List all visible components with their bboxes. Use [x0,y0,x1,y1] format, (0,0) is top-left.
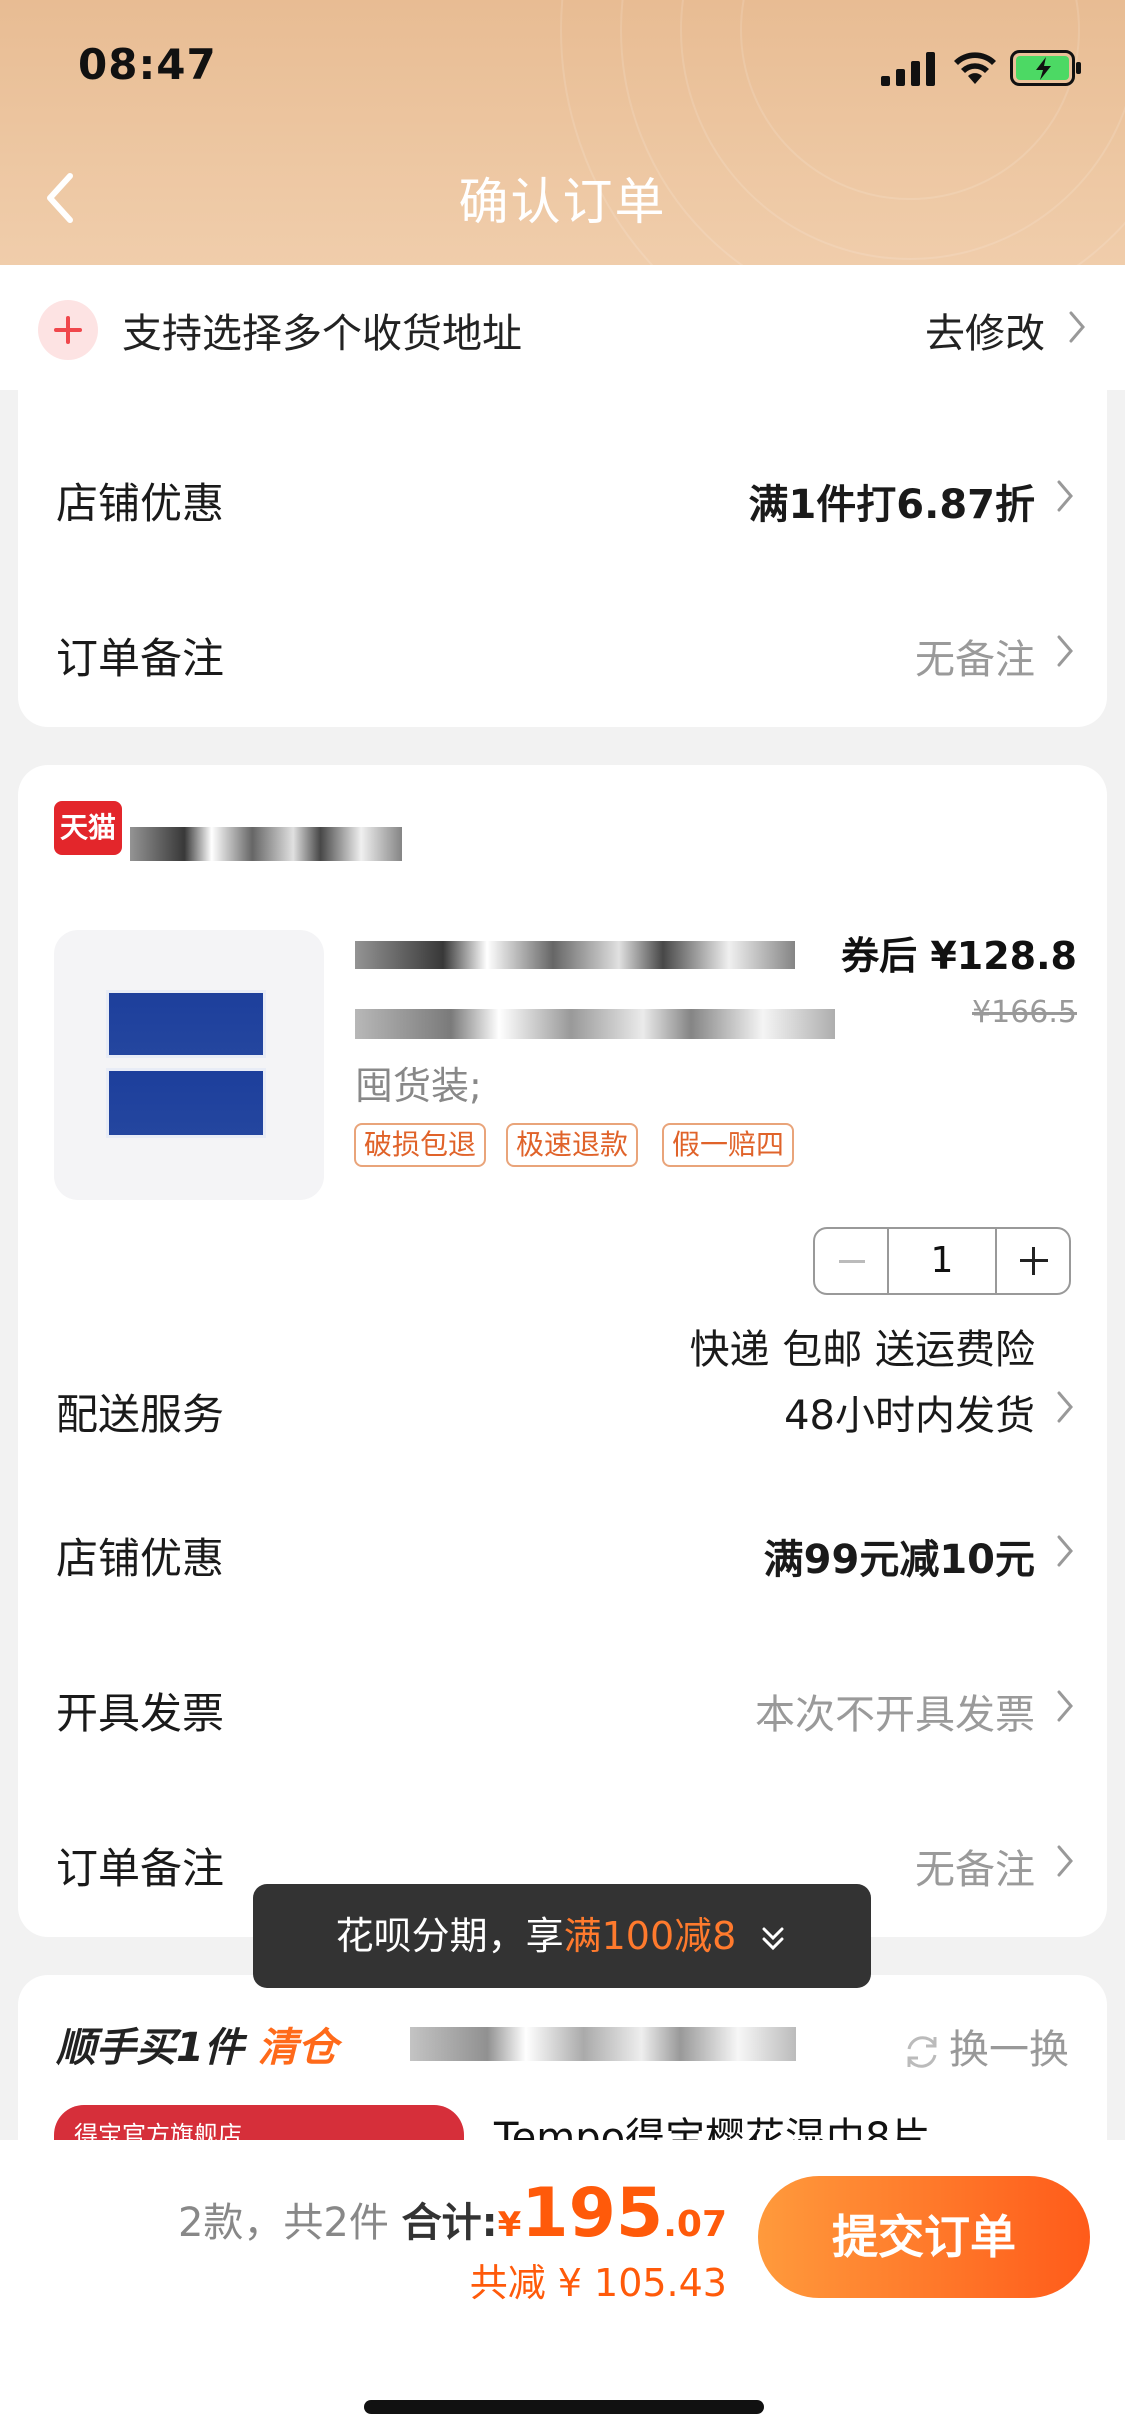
decrease-button[interactable] [815,1229,889,1293]
recommend-title: 顺手买1件 清仓 [56,2015,338,2073]
shop-discount-row[interactable]: 店铺优惠 满1件打6.87折 [18,450,1107,540]
invoice-row[interactable]: 开具发票 本次不开具发票 [18,1660,1107,1750]
submit-order-button[interactable]: 提交订单 [758,2176,1090,2298]
product-spec[interactable]: 囤货装; [355,1055,482,1110]
product-title-redacted [355,941,795,969]
item-count: 2款，共2件 [177,2200,389,2246]
battery-icon [1010,50,1081,86]
add-address-icon[interactable] [38,300,98,360]
installment-toast[interactable]: 花呗分期，享满100减8 [253,1884,871,1988]
quantity-stepper: 1 [813,1227,1071,1295]
quantity-value[interactable]: 1 [889,1229,995,1293]
chevron-double-down-icon [762,1927,784,1950]
total-integer: 195 [521,2174,664,2253]
chevron-right-icon [1057,1845,1073,1877]
status-time: 08:47 [78,40,217,89]
toast-highlight: 满100减8 [563,1914,737,1958]
row-label: 订单备注 [56,1844,225,1893]
product-box [106,990,266,1058]
shipping-line-1: 快递 包邮 送运费险 [689,1327,1035,1373]
signal-icon [881,52,935,86]
page-title: 确认订单 [458,173,667,231]
order-card-1: 店铺优惠 满1件打6.87折 订单备注 无备注 [18,380,1107,727]
chevron-right-icon [1057,1391,1073,1423]
refresh-icon [907,2036,937,2068]
increase-button[interactable] [995,1229,1069,1293]
shipping-line-2: 48小时内发货 [784,1393,1035,1439]
header: 08:47 确认订单 [0,0,1125,265]
tag-fast-refund: 极速退款 [506,1123,639,1167]
tmall-badge: 天猫 [54,801,122,855]
chevron-right-icon [1057,1690,1073,1722]
row-value: 满1件打6.87折 [748,482,1035,528]
shop-name-redacted[interactable] [130,827,402,861]
address-hint: 支持选择多个收货地址 [122,311,522,357]
status-bar: 08:47 [0,0,1125,130]
product-image[interactable] [54,930,324,1200]
chevron-right-icon [1057,480,1073,512]
toast-prefix: 花呗分期，享 [335,1914,564,1958]
row-label: 订单备注 [56,634,225,683]
tag-damage-return: 破损包退 [354,1123,487,1167]
total-saved: 共减 ¥ 105.43 [469,2261,727,2305]
chevron-right-icon [1057,635,1073,667]
address-bar[interactable]: 支持选择多个收货地址 去修改 [0,265,1125,390]
currency-symbol: ¥ [497,2205,522,2245]
shop-discount-row[interactable]: 店铺优惠 满99元减10元 [18,1505,1107,1595]
row-value: 满99元减10元 [763,1537,1035,1583]
tag-fake-compensation: 假一赔四 [662,1123,795,1167]
row-value: 无备注 [915,637,1035,683]
product-title-redacted [355,1009,835,1039]
row-value: 本次不开具发票 [755,1692,1035,1738]
recommend-title-highlight: 清仓 [257,2025,338,2071]
order-card-2: 天猫 券后 ¥128.8 ¥166.5 囤货装; 破损包退 极速退款 假一赔四 … [18,765,1107,1937]
checkout-bar: 2款，共2件 合计:¥195.07 共减 ¥ 105.43 提交订单 [0,2140,1125,2436]
row-label: 配送服务 [56,1390,225,1439]
product-box [106,1068,266,1138]
delivery-service-value: 快递 包邮 送运费险 48小时内发货 [690,1317,1035,1449]
row-label: 店铺优惠 [56,479,225,528]
price-after-coupon: 券后 ¥128.8 [841,934,1077,978]
order-summary: 2款，共2件 合计:¥195.07 [178,2174,727,2253]
chevron-right-icon [1057,1535,1073,1567]
swap-button[interactable]: 换一换 [901,2017,1069,2075]
modify-address-link[interactable]: 去修改 [925,301,1045,359]
recommend-title-text: 顺手买1件 [56,2025,244,2071]
row-label: 店铺优惠 [56,1534,225,1583]
wifi-icon [954,52,996,84]
chevron-right-icon [1069,311,1085,343]
swap-label: 换一换 [949,2027,1069,2073]
home-indicator[interactable] [364,2400,764,2414]
total-label: 合计: [401,2200,498,2246]
row-label: 开具发票 [56,1689,225,1738]
row-value: 无备注 [915,1847,1035,1893]
original-price: ¥166.5 [972,995,1077,1030]
total-decimal: .07 [663,2204,727,2245]
recommend-subtitle-redacted [410,2027,796,2061]
order-note-row[interactable]: 订单备注 无备注 [18,605,1107,695]
